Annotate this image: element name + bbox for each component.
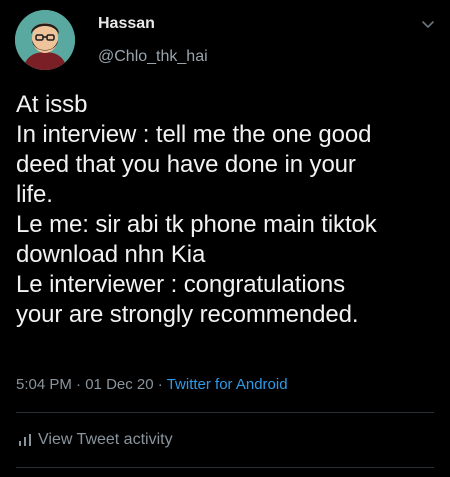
avatar[interactable] bbox=[15, 10, 75, 70]
tweet-card: Hassan @Chlo_thk_hai At issb In intervie… bbox=[0, 0, 450, 477]
tweet-source-link[interactable]: Twitter for Android bbox=[167, 376, 288, 393]
user-block: Hassan @Chlo_thk_hai bbox=[98, 14, 208, 67]
divider bbox=[16, 412, 434, 413]
view-tweet-activity-button[interactable]: View Tweet activity bbox=[18, 430, 173, 450]
tweet-text: At issb In interview : tell me the one g… bbox=[16, 91, 377, 328]
meta-separator: · bbox=[157, 376, 163, 393]
username[interactable]: @Chlo_thk_hai bbox=[98, 47, 208, 67]
tweet-time: 5:04 PM bbox=[16, 376, 72, 393]
tweet-header: Hassan @Chlo_thk_hai bbox=[0, 0, 450, 80]
tweet-meta: 5:04 PM · 01 Dec 20 · Twitter for Androi… bbox=[16, 375, 288, 395]
chevron-down-icon[interactable] bbox=[420, 16, 436, 32]
avatar-illustration bbox=[15, 10, 75, 70]
meta-separator: · bbox=[76, 376, 82, 393]
view-activity-label: View Tweet activity bbox=[38, 431, 173, 448]
bar-chart-icon bbox=[19, 434, 31, 446]
display-name[interactable]: Hassan bbox=[98, 14, 208, 34]
tweet-date: 01 Dec 20 bbox=[85, 376, 154, 393]
divider bbox=[16, 467, 434, 468]
